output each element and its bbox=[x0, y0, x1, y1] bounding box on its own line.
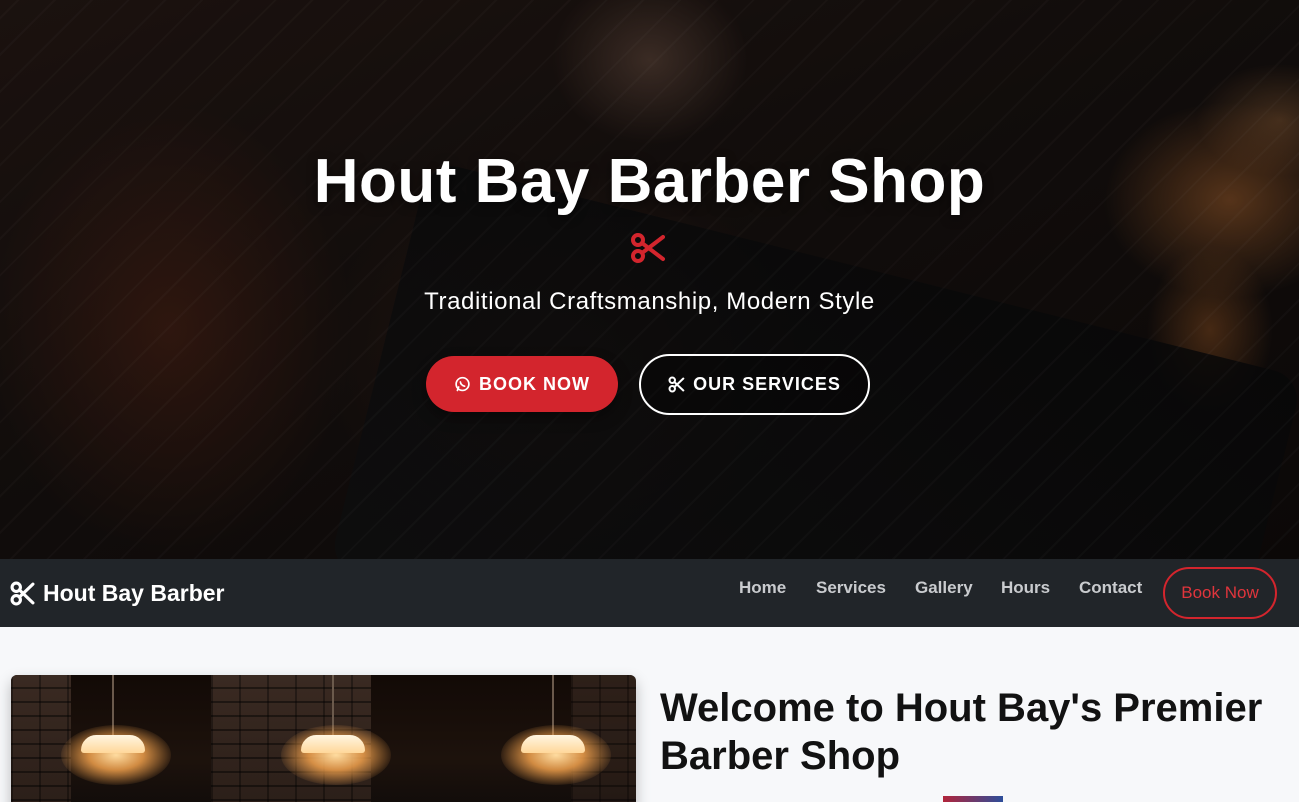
our-services-button[interactable]: OUR SERVICES bbox=[639, 354, 870, 415]
nav-link-contact[interactable]: Contact bbox=[1079, 578, 1142, 598]
nav-link-services[interactable]: Services bbox=[816, 578, 886, 598]
hero-title: Hout Bay Barber Shop bbox=[313, 147, 986, 216]
our-services-label: OUR SERVICES bbox=[693, 374, 841, 394]
accent-bar bbox=[943, 796, 1003, 802]
scissors-icon bbox=[668, 376, 685, 393]
nav-link-hours[interactable]: Hours bbox=[1001, 578, 1050, 598]
navbar: Hout Bay Barber Home Services Gallery Ho… bbox=[0, 559, 1299, 627]
hero-section: Hout Bay Barber Shop Traditional Craftsm… bbox=[0, 0, 1299, 559]
barbershop-interior-image bbox=[11, 675, 636, 802]
brand-logo[interactable]: Hout Bay Barber bbox=[10, 577, 224, 609]
book-now-button[interactable]: BOOK NOW bbox=[426, 356, 618, 412]
scissors-icon bbox=[631, 233, 665, 263]
scissors-icon bbox=[10, 581, 35, 605]
brand-name: Hout Bay Barber bbox=[43, 579, 225, 606]
nav-link-home[interactable]: Home bbox=[739, 578, 786, 598]
nav-book-now-button[interactable]: Book Now bbox=[1163, 567, 1277, 619]
book-now-label: BOOK NOW bbox=[479, 373, 590, 394]
hero-subtitle: Traditional Craftsmanship, Modern Style bbox=[424, 288, 875, 315]
about-heading: Welcome to Hout Bay's Premier Barber Sho… bbox=[660, 686, 1263, 778]
nav-link-gallery[interactable]: Gallery bbox=[915, 578, 973, 598]
whatsapp-icon bbox=[455, 376, 470, 391]
